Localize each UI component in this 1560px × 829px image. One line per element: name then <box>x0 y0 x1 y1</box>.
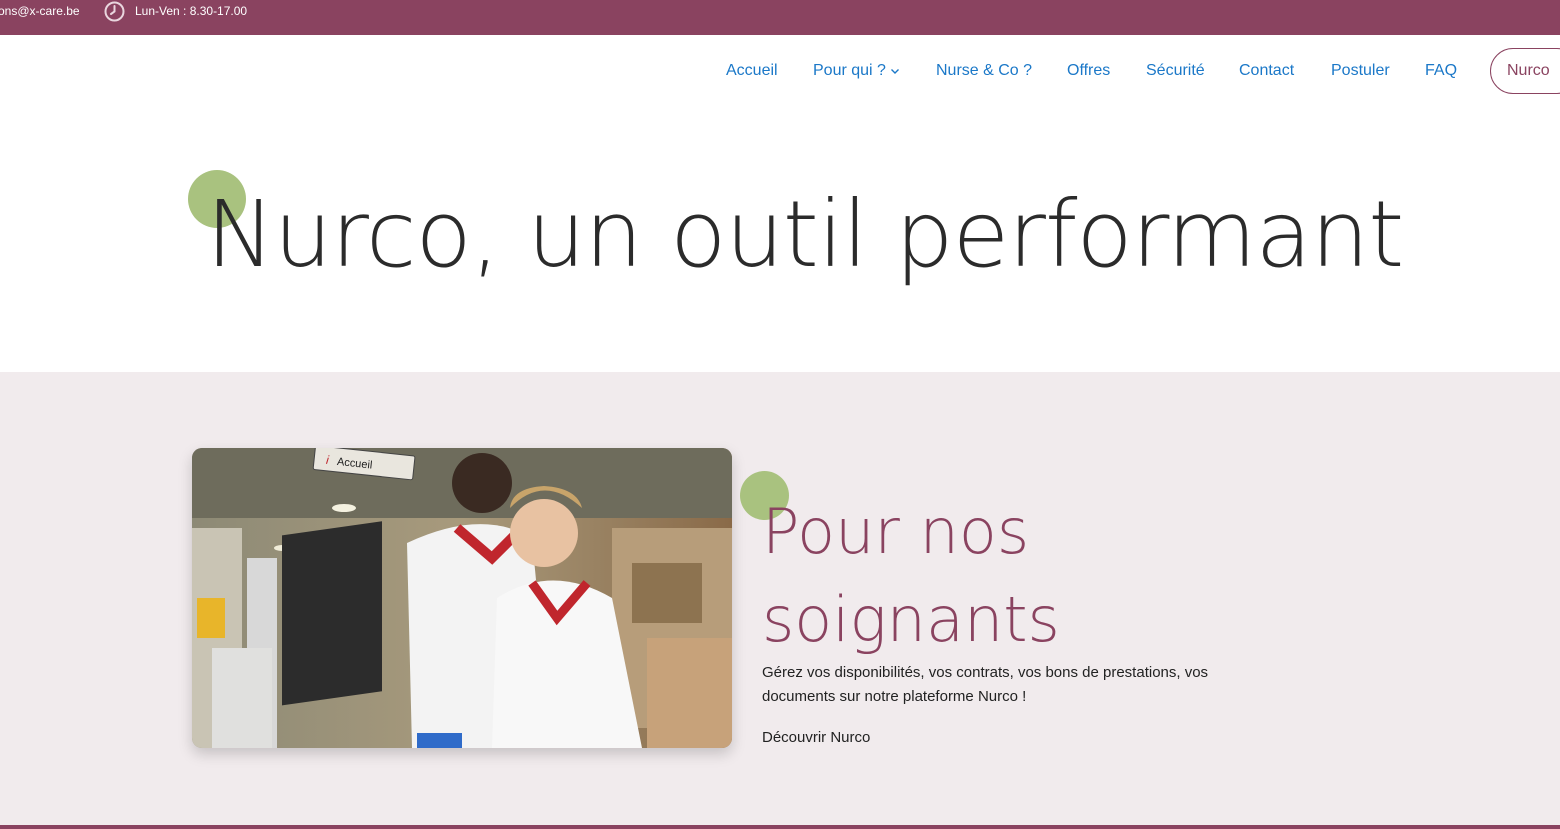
contact-email[interactable]: ons@x-care.be <box>0 4 80 18</box>
nav-faq[interactable]: FAQ <box>1425 62 1457 80</box>
nav-offres[interactable]: Offres <box>1067 62 1110 80</box>
nav-contact[interactable]: Contact <box>1239 62 1294 80</box>
nurses-photo: i Accueil <box>192 448 732 748</box>
feature-heading: Pour nos soignants <box>762 488 1060 664</box>
feature-heading-line2: soignants <box>762 583 1060 657</box>
nav-securite[interactable]: Sécurité <box>1146 62 1205 80</box>
hours-text: Lun-Ven : 8.30-17.00 <box>135 4 248 18</box>
feature-description: Gérez vos disponibilités, vos contrats, … <box>762 664 1209 705</box>
nav-postuler[interactable]: Postuler <box>1331 62 1390 80</box>
footer-strip <box>0 825 1560 829</box>
page-title: Nurco, un outil performant <box>206 181 1404 288</box>
nav-pour-qui-label: Pour qui ? <box>813 62 886 79</box>
feature-section: i Accueil Pour nos soignants Gérez vos d… <box>0 372 1560 829</box>
discover-nurco-link[interactable]: Découvrir Nurco <box>762 729 870 746</box>
nurco-button[interactable]: Nurco <box>1490 48 1560 94</box>
nav-accueil[interactable]: Accueil <box>726 62 778 80</box>
chevron-down-icon <box>890 63 900 74</box>
clock-icon <box>104 1 125 22</box>
nav-nurse-co[interactable]: Nurse & Co ? <box>936 62 1032 80</box>
hero-section: Nurco, un outil performant <box>0 110 1560 372</box>
nav-pour-qui[interactable]: Pour qui ? <box>813 62 900 80</box>
main-nav: Accueil Pour qui ? Nurse & Co ? Offres S… <box>0 35 1560 110</box>
feature-heading-line1: Pour nos <box>762 495 1030 568</box>
top-info-bar: ons@x-care.be Lun-Ven : 8.30-17.00 <box>0 0 1560 35</box>
opening-hours: Lun-Ven : 8.30-17.00 <box>104 0 247 22</box>
